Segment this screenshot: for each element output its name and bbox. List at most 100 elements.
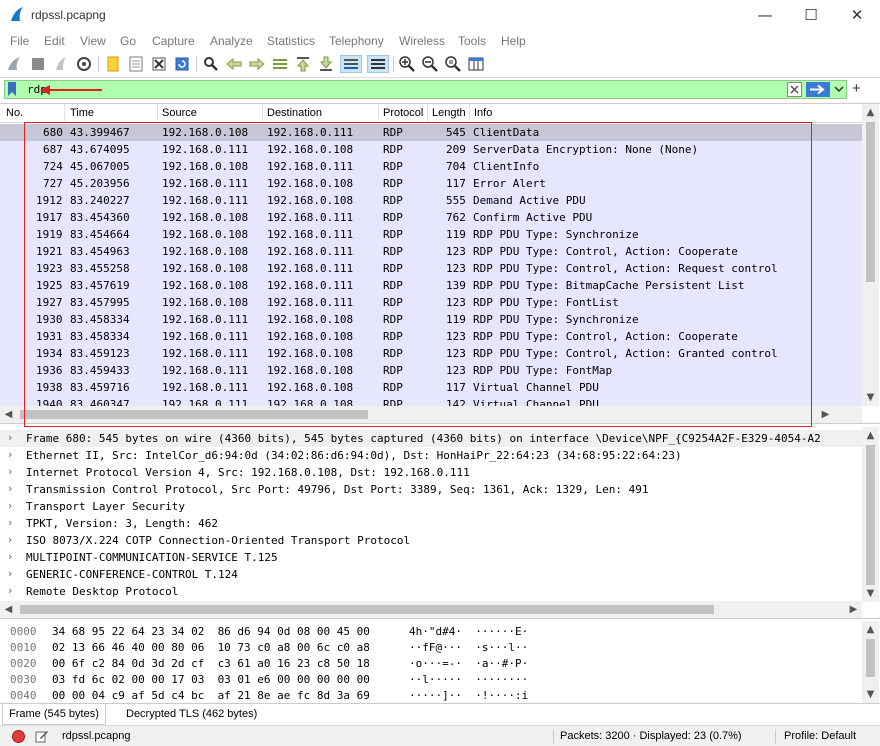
scroll-up-icon[interactable]: ▲ bbox=[862, 104, 879, 121]
normal-size-icon[interactable] bbox=[444, 55, 462, 73]
go-last-icon[interactable] bbox=[317, 55, 335, 73]
status-bar: rdpssl.pcapng Packets: 3200 · Displayed:… bbox=[0, 725, 880, 746]
zoom-in-icon[interactable] bbox=[398, 55, 416, 73]
detail-row-tls[interactable]: › Transport Layer Security bbox=[0, 498, 862, 515]
menu-analyze[interactable]: Analyze bbox=[210, 34, 253, 48]
chevron-right-icon[interactable]: › bbox=[8, 516, 12, 529]
zoom-out-icon[interactable] bbox=[421, 55, 439, 73]
scrollbar-thumb[interactable] bbox=[866, 445, 875, 585]
stop-capture-icon[interactable] bbox=[29, 55, 47, 73]
column-header-no[interactable]: No. bbox=[6, 107, 23, 119]
scroll-up-icon[interactable]: ▲ bbox=[862, 621, 879, 638]
menu-capture[interactable]: Capture bbox=[152, 34, 195, 48]
open-file-icon[interactable] bbox=[104, 55, 122, 73]
hex-row[interactable]: 0020 00 6f c2 84 0d 3d 2d cf c3 61 a0 16 … bbox=[0, 655, 528, 671]
tab-frame-bytes[interactable]: Frame (545 bytes) bbox=[2, 704, 106, 725]
chevron-right-icon[interactable]: › bbox=[8, 499, 12, 512]
hex-row[interactable]: 0010 02 13 66 46 40 00 80 06 10 73 c0 a8 … bbox=[0, 639, 528, 655]
scroll-down-icon[interactable]: ▼ bbox=[862, 686, 879, 703]
details-horizontal-scrollbar[interactable]: ◀ ▶ bbox=[0, 601, 862, 618]
menu-go[interactable]: Go bbox=[120, 34, 136, 48]
detail-row-tcp[interactable]: › Transmission Control Protocol, Src Port… bbox=[0, 481, 862, 498]
column-header-time[interactable]: Time bbox=[70, 107, 94, 119]
start-capture-icon[interactable] bbox=[5, 55, 23, 73]
hex-vertical-scrollbar[interactable]: ▲ ▼ bbox=[862, 621, 879, 703]
hex-ascii: ··fF@··· ·s···l·· bbox=[409, 641, 529, 654]
chevron-down-icon[interactable] bbox=[834, 85, 844, 93]
chevron-right-icon[interactable]: › bbox=[8, 482, 12, 495]
close-file-icon[interactable] bbox=[150, 55, 168, 73]
hex-row[interactable]: 0030 03 fd 6c 02 00 00 17 03 03 01 e6 00 … bbox=[0, 671, 528, 687]
column-header-protocol[interactable]: Protocol bbox=[383, 107, 423, 119]
menu-edit[interactable]: Edit bbox=[44, 34, 65, 48]
column-header-info[interactable]: Info bbox=[474, 107, 492, 119]
plus-icon[interactable]: + bbox=[852, 80, 861, 97]
scroll-left-icon[interactable]: ◀ bbox=[0, 406, 17, 423]
column-header-length[interactable]: Length bbox=[432, 107, 466, 119]
detail-row-ethernet[interactable]: › Ethernet II, Src: IntelCor_d6:94:0d (34… bbox=[0, 447, 862, 464]
save-file-icon[interactable] bbox=[127, 55, 145, 73]
scroll-down-icon[interactable]: ▼ bbox=[862, 389, 879, 406]
hex-row[interactable]: 0040 00 00 04 c9 af 5d c4 bc af 21 8e ae … bbox=[0, 687, 528, 703]
packet-list-vertical-scrollbar[interactable]: ▲ ▼ bbox=[862, 104, 879, 406]
chevron-right-icon[interactable]: › bbox=[8, 567, 12, 580]
chevron-right-icon[interactable]: › bbox=[8, 533, 12, 546]
maximize-button[interactable]: ☐ bbox=[788, 0, 834, 30]
detail-row-cotp[interactable]: › ISO 8073/X.224 COTP Connection-Oriented… bbox=[0, 532, 862, 549]
restart-capture-icon[interactable] bbox=[52, 55, 70, 73]
detail-row-frame[interactable]: › Frame 680: 545 bytes on wire (4360 bits… bbox=[0, 430, 862, 447]
scroll-left-icon[interactable]: ◀ bbox=[0, 601, 17, 618]
tab-decrypted-tls[interactable]: Decrypted TLS (462 bytes) bbox=[120, 704, 263, 725]
close-button[interactable]: ✕ bbox=[834, 0, 880, 30]
apply-filter-arrow-icon[interactable] bbox=[806, 82, 830, 97]
menu-tools[interactable]: Tools bbox=[458, 34, 486, 48]
find-packet-icon[interactable] bbox=[202, 55, 220, 73]
chevron-right-icon[interactable]: › bbox=[8, 431, 12, 444]
detail-row-mcs[interactable]: › MULTIPOINT-COMMUNICATION-SERVICE T.125 bbox=[0, 549, 862, 566]
detail-row-ipv4[interactable]: › Internet Protocol Version 4, Src: 192.1… bbox=[0, 464, 862, 481]
minimize-button[interactable]: — bbox=[742, 0, 788, 30]
detail-row-gcc[interactable]: › GENERIC-CONFERENCE-CONTROL T.124 bbox=[0, 566, 862, 583]
chevron-right-icon[interactable]: › bbox=[8, 448, 12, 461]
main-toolbar bbox=[0, 52, 880, 78]
scrollbar-thumb[interactable] bbox=[866, 122, 875, 282]
menu-help[interactable]: Help bbox=[501, 34, 526, 48]
details-vertical-scrollbar[interactable]: ▲ ▼ bbox=[862, 427, 879, 602]
chevron-right-icon[interactable]: › bbox=[8, 465, 12, 478]
scroll-up-icon[interactable]: ▲ bbox=[862, 427, 879, 444]
scrollbar-thumb[interactable] bbox=[20, 605, 714, 614]
bookmark-icon[interactable] bbox=[7, 82, 17, 97]
edit-comment-icon[interactable] bbox=[35, 729, 49, 743]
go-first-icon[interactable] bbox=[294, 55, 312, 73]
display-filter-input[interactable]: rdp bbox=[4, 80, 847, 99]
hex-row[interactable]: 0000 34 68 95 22 64 23 34 02 86 d6 94 0d … bbox=[0, 623, 528, 639]
capture-options-icon[interactable] bbox=[75, 55, 93, 73]
column-header-source[interactable]: Source bbox=[162, 107, 197, 119]
go-back-icon[interactable] bbox=[225, 55, 243, 73]
go-to-packet-icon[interactable] bbox=[271, 55, 289, 73]
detail-row-tpkt[interactable]: › TPKT, Version: 3, Length: 462 bbox=[0, 515, 862, 532]
menu-statistics[interactable]: Statistics bbox=[267, 34, 315, 48]
clear-filter-icon[interactable] bbox=[787, 82, 802, 97]
chevron-right-icon[interactable]: › bbox=[8, 584, 12, 597]
scrollbar-thumb[interactable] bbox=[866, 639, 875, 677]
menu-wireless[interactable]: Wireless bbox=[399, 34, 445, 48]
menu-file[interactable]: File bbox=[10, 34, 29, 48]
reload-file-icon[interactable] bbox=[173, 55, 191, 73]
expert-info-icon[interactable] bbox=[12, 730, 25, 743]
scroll-right-icon[interactable]: ▶ bbox=[845, 601, 862, 618]
toolbar-separator bbox=[196, 56, 197, 72]
scroll-right-icon[interactable]: ▶ bbox=[817, 406, 834, 423]
autoscroll-icon[interactable] bbox=[340, 55, 362, 73]
resize-columns-icon[interactable] bbox=[467, 55, 485, 73]
colorize-icon[interactable] bbox=[367, 55, 389, 73]
go-forward-icon[interactable] bbox=[248, 55, 266, 73]
column-header-destination[interactable]: Destination bbox=[267, 107, 322, 119]
scroll-down-icon[interactable]: ▼ bbox=[862, 585, 879, 602]
detail-row-rdp[interactable]: › Remote Desktop Protocol bbox=[0, 583, 862, 600]
menu-view[interactable]: View bbox=[80, 34, 106, 48]
menu-telephony[interactable]: Telephony bbox=[329, 34, 384, 48]
status-profile[interactable]: Profile: Default bbox=[784, 730, 856, 742]
chevron-right-icon[interactable]: › bbox=[8, 550, 12, 563]
wireshark-fin-icon bbox=[11, 7, 23, 21]
